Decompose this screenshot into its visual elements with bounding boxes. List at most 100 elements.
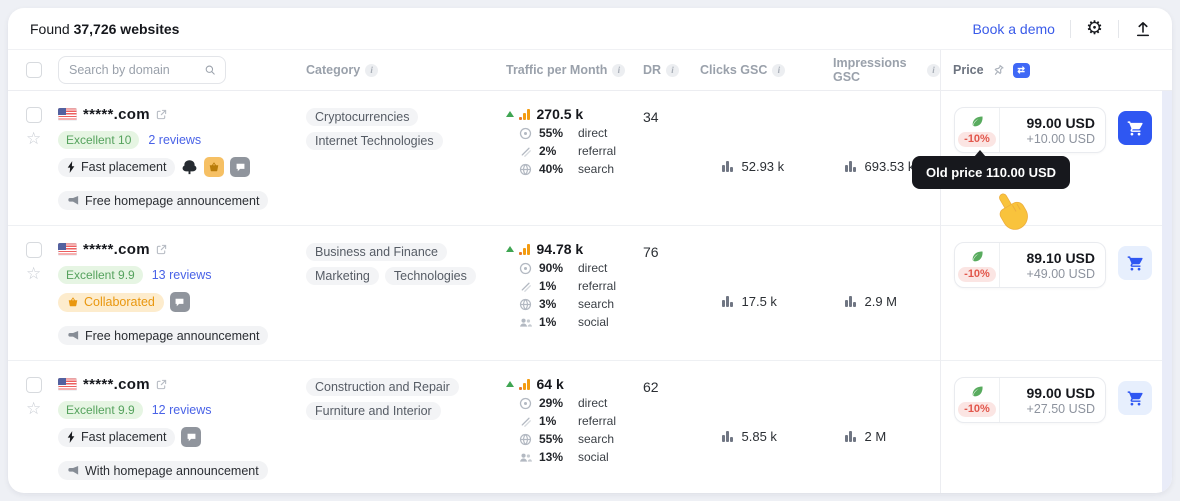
pin-icon[interactable] bbox=[989, 61, 1007, 79]
search-by-domain-box[interactable] bbox=[58, 56, 226, 84]
settings-gear-icon[interactable]: ⚙ bbox=[1086, 19, 1103, 38]
leaf-icon bbox=[972, 386, 983, 396]
traffic-total: 94.78 k bbox=[536, 241, 584, 257]
referral-icon bbox=[519, 280, 532, 293]
clicks-gsc-cell: 17.5 k bbox=[700, 240, 833, 360]
fast-placement-chip: Fast placement bbox=[58, 427, 176, 447]
row-checkbox[interactable] bbox=[26, 377, 42, 393]
info-icon[interactable]: i bbox=[927, 63, 940, 77]
search-input[interactable] bbox=[69, 63, 198, 77]
old-price-tooltip: Old price 110.00 USD bbox=[912, 150, 1071, 189]
favorite-star-icon[interactable]: ☆ bbox=[26, 130, 41, 147]
traffic-bars-icon bbox=[519, 378, 530, 390]
currency-toggle-icon[interactable]: ⇄ bbox=[1012, 62, 1030, 78]
traffic-label: search bbox=[578, 432, 615, 446]
website-cell: *****.com Excellent 9.9 13 reviews Colla… bbox=[58, 240, 306, 360]
reviews-link[interactable]: 12 reviews bbox=[152, 403, 212, 417]
row-checkbox[interactable] bbox=[26, 242, 42, 258]
domain-name[interactable]: *****.com bbox=[83, 376, 150, 393]
traffic-pct: 1% bbox=[539, 315, 557, 329]
tree-icon bbox=[183, 159, 197, 174]
search-icon bbox=[205, 65, 215, 75]
export-upload-icon[interactable] bbox=[1134, 20, 1152, 38]
category-cell: Cryptocurrencies Internet Technologies bbox=[306, 105, 506, 225]
add-to-cart-button[interactable] bbox=[1118, 246, 1152, 280]
megaphone-icon bbox=[68, 466, 79, 475]
traffic-pct: 90% bbox=[539, 261, 564, 275]
column-header-category[interactable]: Category i bbox=[306, 63, 506, 77]
favorite-star-icon[interactable]: ☆ bbox=[26, 400, 41, 417]
results-count-number: 37,726 websites bbox=[73, 20, 180, 37]
category-chip: Cryptocurrencies bbox=[306, 108, 419, 126]
traffic-label: referral bbox=[578, 279, 617, 293]
lightning-icon bbox=[67, 161, 75, 173]
fast-placement-chip: Fast placement bbox=[58, 157, 176, 177]
category-chip: Construction and Repair bbox=[306, 378, 459, 396]
table-row: ☆ *****.com Excellent 9.9 12 reviews Fas… bbox=[8, 361, 1172, 493]
select-all-checkbox[interactable] bbox=[26, 62, 42, 78]
marketplace-panel: Found 37,726 websites Book a demo ⚙ Cate… bbox=[8, 8, 1172, 493]
basket-badge-icon bbox=[204, 157, 225, 177]
column-header-impressions-gsc[interactable]: Impressions GSC i bbox=[833, 56, 940, 84]
chat-badge-icon[interactable] bbox=[169, 292, 190, 312]
bars-icon bbox=[845, 431, 856, 442]
discount-badge[interactable]: -10% bbox=[958, 131, 996, 147]
clicks-value: 52.93 k bbox=[741, 159, 785, 174]
external-link-icon[interactable] bbox=[156, 109, 167, 120]
external-link-icon[interactable] bbox=[156, 379, 167, 390]
column-header-traffic[interactable]: Traffic per Month i bbox=[506, 63, 643, 77]
megaphone-icon bbox=[68, 331, 79, 340]
dr-value: 76 bbox=[643, 244, 659, 260]
traffic-total: 270.5 k bbox=[536, 106, 584, 122]
traffic-pct: 40% bbox=[539, 162, 564, 176]
price-card: -10% 99.00 USD +10.00 USD bbox=[954, 107, 1106, 153]
chat-badge-icon[interactable] bbox=[181, 427, 202, 447]
column-header-dr[interactable]: DR i bbox=[643, 63, 700, 77]
traffic-pct: 1% bbox=[539, 279, 557, 293]
bars-icon bbox=[845, 161, 856, 172]
column-header-price[interactable]: Price ⇄ bbox=[940, 61, 1172, 79]
book-demo-link[interactable]: Book a demo bbox=[972, 21, 1055, 37]
traffic-label: social bbox=[578, 450, 609, 464]
traffic-bars-icon bbox=[519, 243, 530, 255]
add-to-cart-button[interactable] bbox=[1118, 381, 1152, 415]
us-flag-icon bbox=[58, 378, 77, 391]
clicks-gsc-cell: 5.85 k bbox=[700, 375, 833, 493]
info-icon[interactable]: i bbox=[666, 63, 680, 77]
search-traffic-icon bbox=[519, 298, 532, 311]
chat-badge-icon[interactable] bbox=[230, 157, 251, 177]
traffic-cell: 94.78 k 90% direct 1% referral 3% search 1%… bbox=[506, 240, 643, 360]
external-link-icon[interactable] bbox=[156, 244, 167, 255]
table-row: ☆ *****.com Excellent 9.9 13 reviews Col… bbox=[8, 226, 1172, 361]
price-amount: 89.10 USD bbox=[1026, 249, 1095, 266]
results-count-prefix: Found bbox=[30, 20, 74, 37]
favorite-star-icon[interactable]: ☆ bbox=[26, 265, 41, 282]
domain-name[interactable]: *****.com bbox=[83, 106, 150, 123]
bars-icon bbox=[722, 296, 733, 307]
search-traffic-icon bbox=[519, 433, 532, 446]
reviews-link[interactable]: 13 reviews bbox=[152, 268, 212, 282]
domain-name[interactable]: *****.com bbox=[83, 241, 150, 258]
column-header-clicks-gsc[interactable]: Clicks GSC i bbox=[700, 63, 833, 77]
announcement-chip: Free homepage announcement bbox=[58, 191, 269, 210]
reviews-link[interactable]: 2 reviews bbox=[148, 133, 201, 147]
column-label: Impressions GSC bbox=[833, 56, 907, 84]
info-icon[interactable]: i bbox=[365, 63, 379, 77]
info-icon[interactable]: i bbox=[772, 63, 786, 77]
rating-badge: Excellent 10 bbox=[58, 131, 140, 149]
chip-label: Fast placement bbox=[81, 430, 167, 444]
info-icon[interactable]: i bbox=[612, 63, 626, 77]
discount-badge[interactable]: -10% bbox=[958, 401, 996, 417]
price-cell: -10% 89.10 USD +49.00 USD bbox=[940, 240, 1172, 360]
add-to-cart-button[interactable] bbox=[1118, 111, 1152, 145]
discount-badge[interactable]: -10% bbox=[958, 266, 996, 282]
trend-up-icon bbox=[506, 111, 514, 117]
dr-value: 34 bbox=[643, 109, 659, 125]
price-column-divider bbox=[940, 50, 941, 493]
clicks-value: 17.5 k bbox=[741, 294, 777, 309]
row-checkbox[interactable] bbox=[26, 107, 42, 123]
search-traffic-icon bbox=[519, 163, 532, 176]
category-chip: Technologies bbox=[384, 267, 476, 285]
traffic-label: search bbox=[578, 162, 615, 176]
leaf-icon bbox=[972, 116, 983, 126]
